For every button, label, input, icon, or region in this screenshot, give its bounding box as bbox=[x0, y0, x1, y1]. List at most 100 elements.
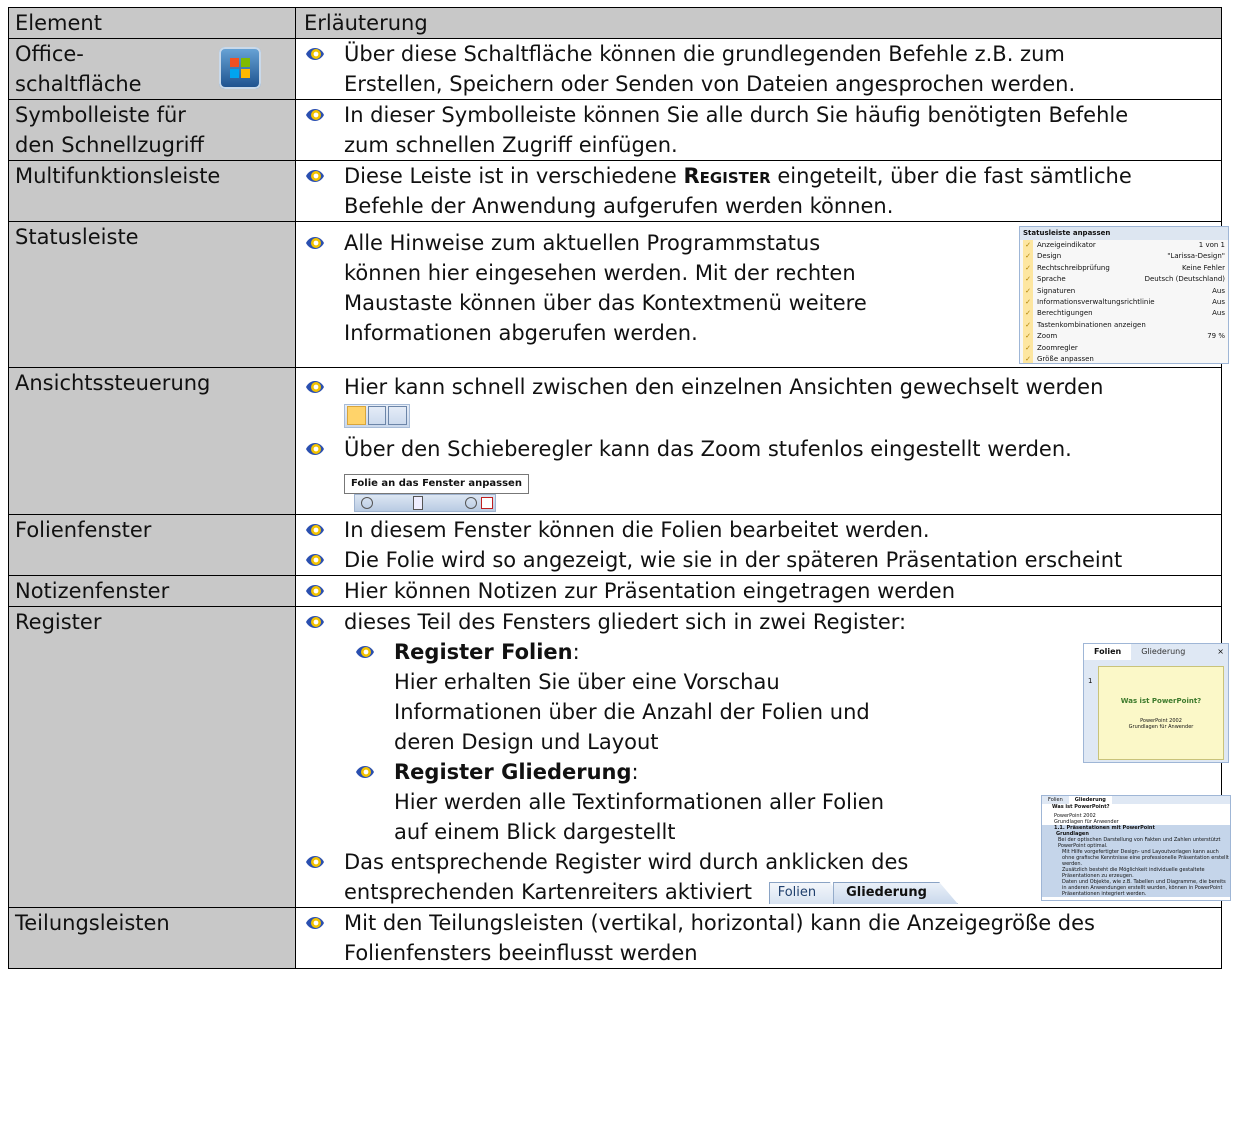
gpanel-tab-folien[interactable]: Folien bbox=[1042, 796, 1069, 804]
row-desc: Hier können Notizen zur Präsentation ein… bbox=[295, 575, 1222, 607]
row-name: Folienfenster bbox=[8, 514, 296, 576]
bullet-icon bbox=[354, 641, 376, 663]
statusmenu-item-label: Design bbox=[1037, 252, 1062, 261]
statusmenu-item-label: Informationsverwaltungsrichtlinie bbox=[1037, 297, 1155, 306]
panel-tab-folien[interactable]: Folien bbox=[1084, 644, 1132, 660]
statusmenu-item-value: Keine Fehler bbox=[1182, 263, 1225, 272]
list-item-text: Die Folie wird so angezeigt, wie sie in … bbox=[344, 548, 1123, 572]
zoom-out-icon[interactable] bbox=[361, 497, 373, 509]
list-item-cont: Erstellen, Speichern oder Senden von Dat… bbox=[344, 72, 1076, 96]
checkmark-icon: ✓ bbox=[1023, 331, 1033, 343]
list-item-text: In dieser Symbolleiste können Sie alle d… bbox=[344, 103, 1129, 127]
list-item: Die Folie wird so angezeigt, wie sie in … bbox=[296, 545, 1221, 575]
table-row: Symbolleiste für den Schnellzugriff In d… bbox=[8, 99, 1222, 161]
list-item: Hier kann schnell zwischen den einzelnen… bbox=[296, 372, 1221, 402]
statusmenu-item[interactable]: ✓ Anzeigeindikator 1 von 1 bbox=[1020, 240, 1228, 252]
statusmenu-item-value: 1 von 1 bbox=[1198, 241, 1225, 249]
row-desc: Hier kann schnell zwischen den einzelnen… bbox=[295, 367, 1222, 515]
checkmark-icon: ✓ bbox=[1023, 308, 1033, 320]
statusmenu-item-label: Rechtschreibprüfung bbox=[1037, 263, 1110, 272]
checkmark-icon: ✓ bbox=[1023, 274, 1033, 286]
list-item-cont: Befehle der Anwendung aufgerufen werden … bbox=[344, 194, 894, 218]
bullet-icon bbox=[304, 580, 326, 602]
header-erlaeuterung: Erläuterung bbox=[295, 7, 1222, 39]
row-name: Multifunktionsleiste bbox=[8, 160, 296, 222]
outline-l9: Daten und Objekte, wie z.B. Tabellen und… bbox=[1042, 879, 1230, 897]
statusmenu-item-label: Signaturen bbox=[1037, 286, 1076, 295]
sub-item-title: Register Folien bbox=[394, 640, 573, 664]
table-row: Ansichtssteuerung Hier kann schnell zwis… bbox=[8, 367, 1222, 515]
row-name: Symbolleiste für den Schnellzugriff bbox=[8, 99, 296, 161]
list-item: Hier können Notizen zur Präsentation ein… bbox=[296, 576, 1221, 606]
row-name: Register bbox=[8, 606, 296, 908]
statusmenu-item-label: Anzeigeindikator bbox=[1037, 241, 1096, 249]
bullet-icon bbox=[304, 376, 326, 398]
outline-l7: Mit Hilfe vorgefertigter Design- und Lay… bbox=[1042, 849, 1230, 867]
close-icon[interactable]: × bbox=[1217, 644, 1224, 660]
outline-l6: Bei der optischen Darstellung von Fakten… bbox=[1042, 837, 1230, 849]
statusmenu-item-value: "Larissa-Design" bbox=[1167, 252, 1225, 261]
fit-window-icon[interactable] bbox=[481, 497, 493, 509]
list-item-text-post: eingeteilt, über die fast sämtliche bbox=[770, 164, 1132, 188]
table-row: Notizenfenster Hier können Notizen zur P… bbox=[8, 575, 1222, 607]
statusmenu-item-value: Aus bbox=[1212, 309, 1225, 318]
row-desc: dieses Teil des Fensters gliedert sich i… bbox=[295, 606, 1231, 908]
statusmenu-item-value: Aus bbox=[1212, 297, 1225, 306]
tab-strip-example: Folien Gliederung bbox=[768, 882, 958, 904]
list-item: dieses Teil des Fensters gliedert sich i… bbox=[296, 607, 1221, 637]
table-row: Folienfenster In diesem Fenster können d… bbox=[8, 514, 1222, 576]
checkmark-icon: ✓ bbox=[1023, 296, 1033, 309]
bullet-icon bbox=[304, 438, 326, 460]
statusmenu-item[interactable]: ✓ Informationsverwaltungsrichtlinie Aus bbox=[1020, 296, 1228, 309]
statusmenu-item[interactable]: ✓ Berechtigungen Aus bbox=[1020, 308, 1228, 320]
statusmenu-item[interactable]: ✓ Rechtschreibprüfung Keine Fehler bbox=[1020, 262, 1228, 275]
list-item-text: Mit den Teilungsleisten (vertikal, horiz… bbox=[344, 911, 1095, 935]
bullet-icon bbox=[304, 912, 326, 934]
bullet-icon bbox=[354, 761, 376, 783]
table-header-row: Element Erläuterung bbox=[8, 7, 1222, 39]
row-name: Notizenfenster bbox=[8, 575, 296, 607]
row-desc: Mit den Teilungsleisten (vertikal, horiz… bbox=[295, 907, 1222, 969]
gpanel-tab-gliederung[interactable]: Gliederung bbox=[1068, 796, 1112, 804]
slide-title: Was ist PowerPoint? bbox=[1120, 697, 1202, 705]
slide-thumbnail: Was ist PowerPoint? PowerPoint 2002 Grun… bbox=[1098, 666, 1224, 760]
statusmenu-item[interactable]: ✓ Zoom 79 % bbox=[1020, 331, 1228, 343]
statusmenu-item[interactable]: ✓ Zoomregler bbox=[1020, 342, 1228, 354]
statusmenu-item[interactable]: ✓ Tastenkombinationen anzeigen bbox=[1020, 319, 1228, 332]
checkmark-icon: ✓ bbox=[1023, 240, 1033, 252]
list-item: Über den Schieberegler kann das Zoom stu… bbox=[296, 434, 1221, 464]
normal-view-icon[interactable] bbox=[347, 406, 366, 425]
statusmenu-item-label: Tastenkombinationen anzeigen bbox=[1037, 320, 1146, 329]
zoom-slider[interactable] bbox=[354, 494, 496, 512]
panel-tab-gliederung[interactable]: Gliederung bbox=[1131, 644, 1195, 660]
row-name-l1: Symbolleiste für bbox=[15, 103, 186, 127]
list-item-text: Das entsprechende Register wird durch an… bbox=[344, 850, 909, 874]
explanation-table: Element Erläuterung Office- schaltfläche… bbox=[8, 7, 1231, 969]
gliederung-panel-preview: Folien Gliederung Was ist PowerPoint? Po… bbox=[1041, 795, 1231, 901]
checkmark-icon: ✓ bbox=[1023, 285, 1033, 297]
slider-thumb[interactable] bbox=[413, 496, 423, 510]
sorter-view-icon[interactable] bbox=[367, 406, 387, 425]
list-item-text: Hier können Notizen zur Präsentation ein… bbox=[344, 579, 956, 603]
header-element: Element bbox=[8, 7, 296, 39]
table-row: Statusleiste Alle Hinweise zum aktuellen… bbox=[8, 221, 1229, 368]
statusmenu-item[interactable]: ✓ Größe anpassen bbox=[1020, 353, 1228, 363]
zoom-in-icon[interactable] bbox=[465, 497, 477, 509]
row-desc: Alle Hinweise zum aktuellen Programmstat… bbox=[295, 221, 1229, 368]
statusmenu-item-value: 79 % bbox=[1207, 332, 1225, 341]
list-item-text: entsprechenden Kartenreiters aktiviert bbox=[344, 880, 752, 904]
row-desc: Über diese Schaltfläche können die grund… bbox=[295, 38, 1222, 100]
tab-gliederung[interactable]: Gliederung bbox=[833, 882, 958, 904]
bullet-icon bbox=[304, 165, 326, 187]
bullet-icon bbox=[304, 43, 326, 65]
statusmenu-item-label: Berechtigungen bbox=[1037, 309, 1093, 318]
statusmenu-item[interactable]: ✓ Design "Larissa-Design" bbox=[1020, 251, 1228, 263]
row-name: Statusleiste bbox=[8, 221, 296, 368]
slideshow-view-icon[interactable] bbox=[388, 406, 408, 425]
row-name: Office- schaltfläche bbox=[8, 38, 296, 100]
statusmenu-item[interactable]: ✓ Sprache Deutsch (Deutschland) bbox=[1020, 274, 1228, 286]
statusmenu-title: Statusleiste anpassen bbox=[1020, 227, 1228, 240]
list-item: Mit den Teilungsleisten (vertikal, horiz… bbox=[296, 908, 1221, 938]
statusmenu-item[interactable]: ✓ Signaturen Aus bbox=[1020, 285, 1228, 297]
sub-item-title: Register Gliederung bbox=[394, 760, 632, 784]
